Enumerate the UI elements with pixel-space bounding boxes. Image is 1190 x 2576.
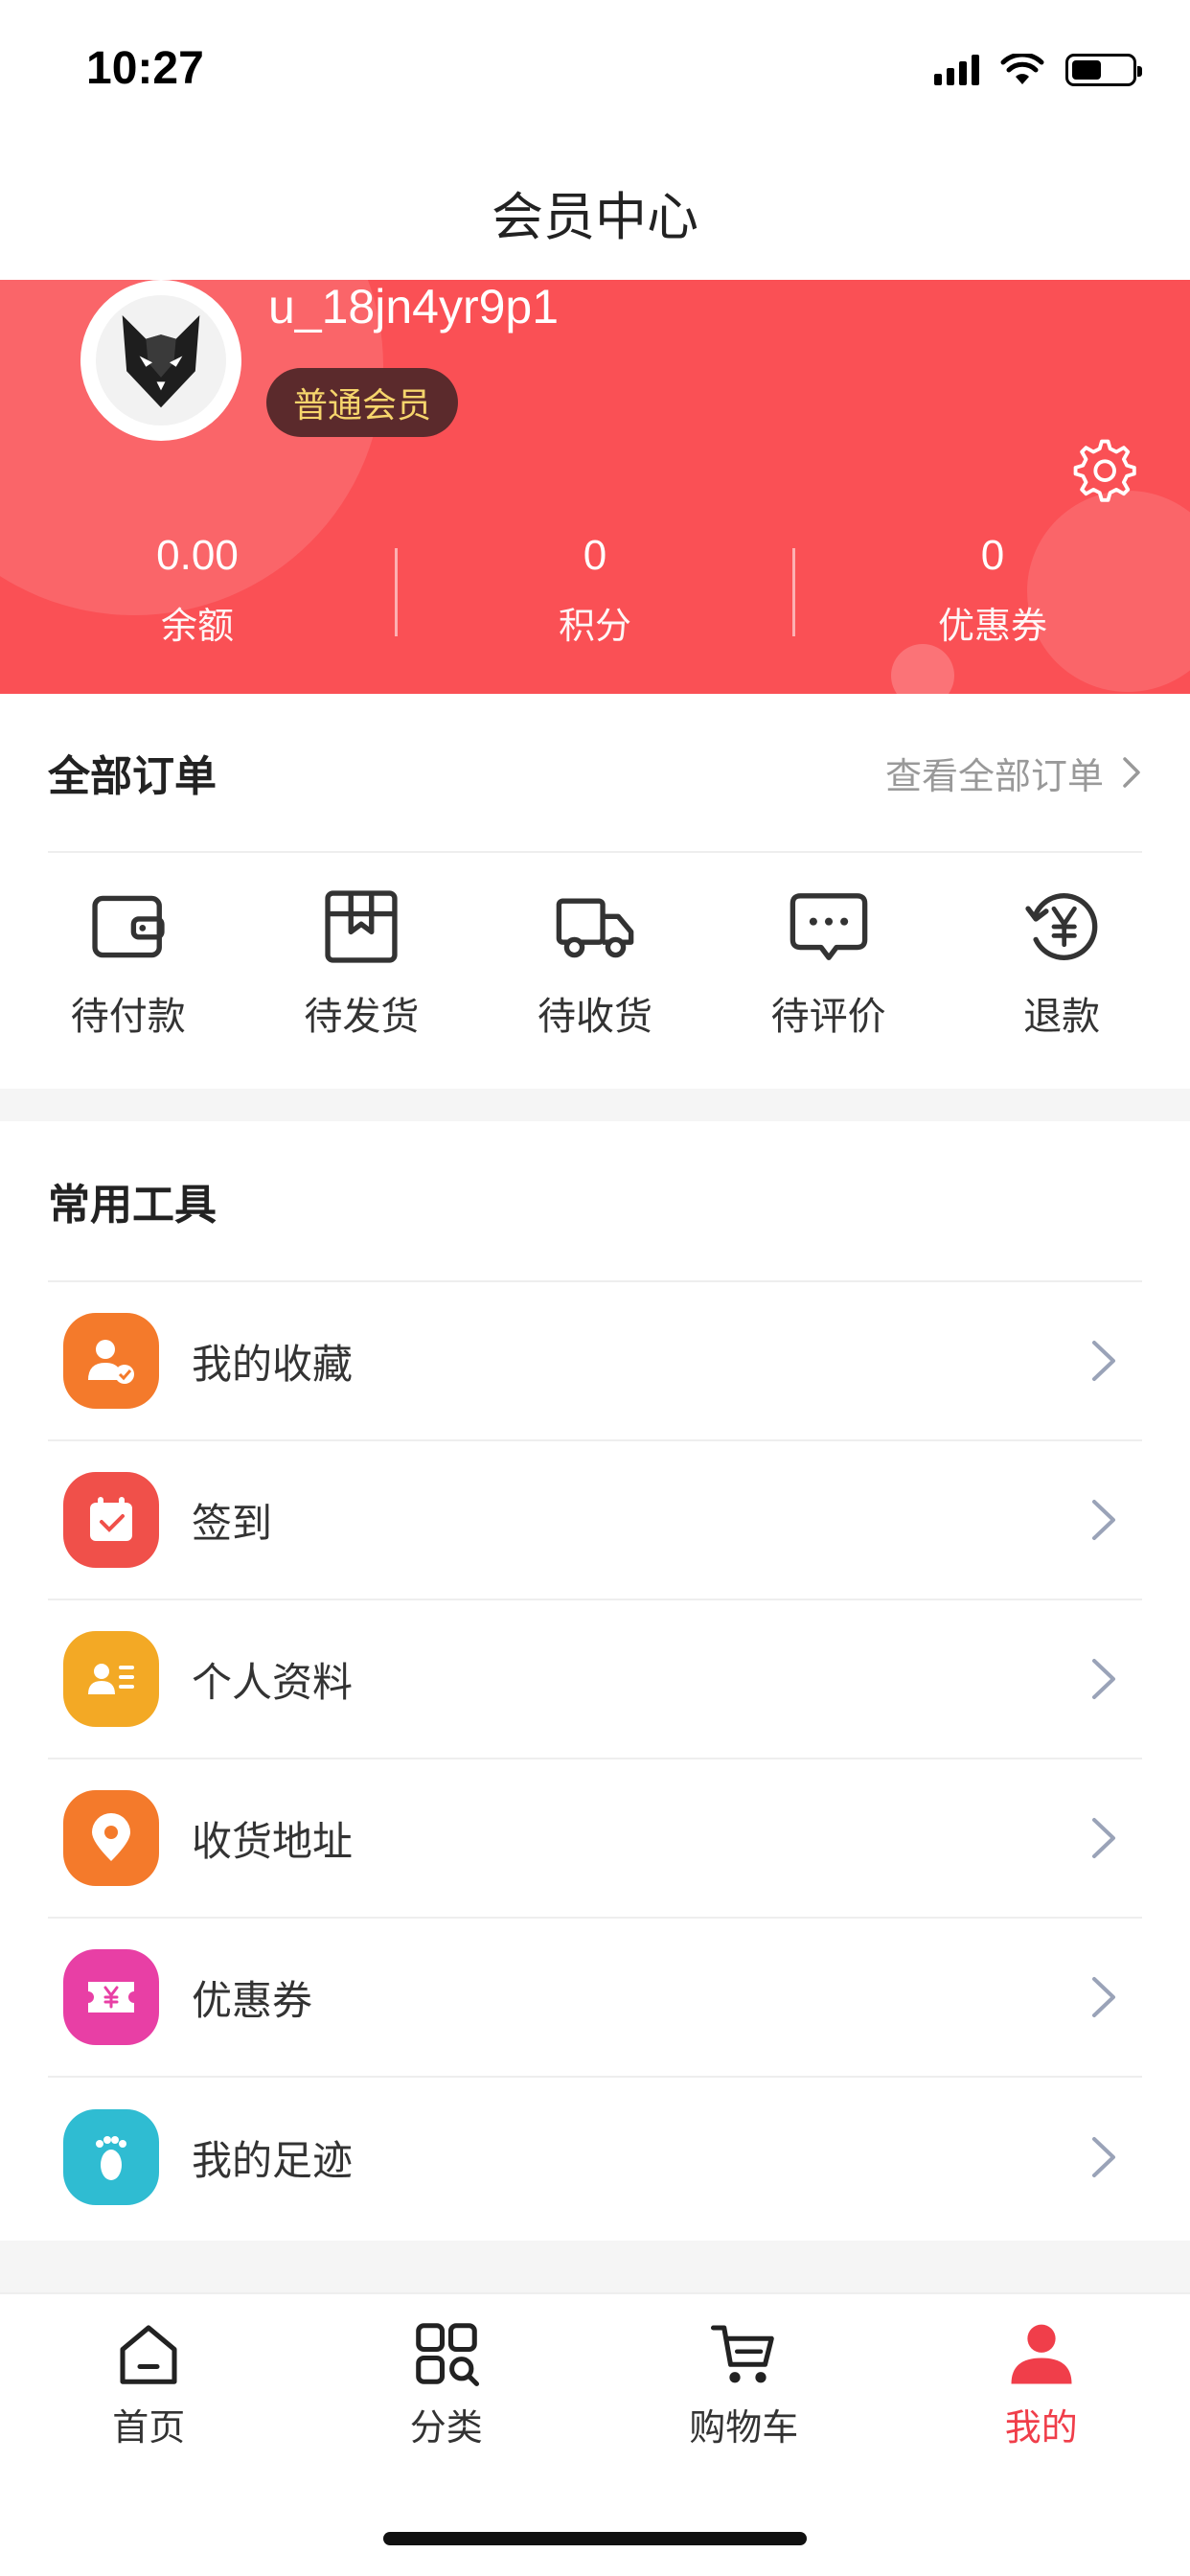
tool-label: 收货地址 — [192, 1817, 354, 1865]
view-all-label: 查看全部订单 — [884, 754, 1104, 797]
stat-value: 0 — [583, 532, 607, 579]
stat-label: 余额 — [160, 605, 234, 647]
settings-gear-icon[interactable] — [1069, 435, 1136, 502]
profile-card-icon — [63, 1631, 159, 1727]
cart-icon — [711, 2325, 775, 2383]
page-title: 会员中心 — [492, 186, 698, 247]
package-icon — [325, 890, 399, 963]
tab-label: 购物车 — [689, 2406, 799, 2449]
tab-cart[interactable]: 购物车 — [595, 2294, 893, 2467]
status-time: 10:27 — [86, 43, 204, 94]
chevron-right-icon — [1092, 1818, 1115, 1858]
tool-address[interactable]: 收货地址 — [48, 1760, 1142, 1919]
member-level-badge: 普通会员 — [266, 368, 459, 437]
tools-card: 常用工具 我的收藏 签到 个人资料 收货地址 优惠券 我的足迹 — [0, 1121, 1190, 2241]
view-all-orders-link[interactable]: 查看全部订单 — [885, 747, 1142, 799]
order-status-row: 待付款 待发货 待收货 待评价 退款 — [0, 886, 1190, 1041]
stat-value: 0.00 — [156, 532, 239, 579]
tab-home[interactable]: 首页 — [0, 2294, 298, 2467]
tool-checkin[interactable]: 签到 — [48, 1441, 1142, 1600]
stat-coupons[interactable]: 0 优惠券 — [795, 529, 1190, 673]
category-icon — [415, 2323, 479, 2387]
location-icon — [63, 1790, 159, 1886]
order-label: 退款 — [1023, 995, 1101, 1039]
chevron-right-icon — [1092, 1500, 1115, 1540]
stat-balance[interactable]: 0.00 余额 — [0, 529, 395, 673]
tab-mine[interactable]: 我的 — [893, 2294, 1190, 2467]
stat-label: 积分 — [558, 605, 631, 647]
chevron-right-icon — [1092, 2137, 1115, 2177]
order-label: 待发货 — [304, 995, 420, 1039]
orders-header: 全部订单 查看全部订单 — [48, 694, 1142, 853]
tool-favorites[interactable]: 我的收藏 — [48, 1282, 1142, 1441]
tab-bar: 首页 分类 购物车 我的 — [0, 2292, 1190, 2576]
refund-icon — [1025, 893, 1098, 960]
order-label: 待付款 — [70, 995, 186, 1039]
tools-title: 常用工具 — [48, 1181, 217, 1230]
tool-profile[interactable]: 个人资料 — [48, 1600, 1142, 1760]
tab-category[interactable]: 分类 — [298, 2294, 596, 2467]
tool-list: 我的收藏 签到 个人资料 收货地址 优惠券 我的足迹 — [48, 1282, 1142, 2237]
tool-label: 签到 — [192, 1499, 273, 1547]
chevron-right-icon — [1092, 1659, 1115, 1699]
chevron-right-icon — [1092, 1977, 1115, 2017]
wolf-logo-icon — [122, 314, 200, 408]
tool-footprint[interactable]: 我的足迹 — [48, 2078, 1142, 2237]
order-pending-shipment[interactable]: 待发货 — [265, 886, 457, 1041]
stat-value: 0 — [980, 532, 1005, 579]
tool-coupons[interactable]: 优惠券 — [48, 1919, 1142, 2078]
tools-header: 常用工具 — [48, 1121, 1142, 1282]
profile-header: u_18jn4yr9p1 普通会员 0.00 余额 0 积分 0 优惠券 — [0, 280, 1190, 694]
order-pending-review[interactable]: 待评价 — [733, 886, 925, 1041]
tab-label: 我的 — [1004, 2406, 1078, 2449]
truck-icon — [556, 898, 634, 958]
tool-label: 优惠券 — [192, 1976, 313, 2024]
tab-label: 分类 — [409, 2406, 483, 2449]
user-icon — [1011, 2324, 1072, 2384]
status-bar: 10:27 — [0, 0, 1190, 144]
comment-icon — [790, 893, 867, 960]
order-pending-receipt[interactable]: 待收货 — [499, 886, 691, 1041]
signal-icon — [934, 55, 979, 85]
title-bar: 会员中心 — [0, 144, 1190, 280]
chevron-right-icon — [1092, 1341, 1115, 1381]
stat-label: 优惠券 — [937, 605, 1047, 647]
status-icons — [934, 54, 1142, 86]
tool-label: 个人资料 — [192, 1658, 354, 1706]
wifi-icon — [1000, 54, 1044, 84]
coupon-icon — [63, 1949, 159, 2045]
chevron-right-icon — [1123, 757, 1140, 788]
orders-title: 全部订单 — [48, 752, 217, 801]
order-refund[interactable]: 退款 — [966, 886, 1157, 1041]
avatar[interactable] — [80, 280, 241, 441]
stats-row: 0.00 余额 0 积分 0 优惠券 — [0, 529, 1190, 673]
home-icon — [120, 2325, 177, 2384]
stat-points[interactable]: 0 积分 — [398, 529, 792, 673]
order-label: 待评价 — [770, 995, 886, 1039]
home-indicator — [383, 2532, 807, 2545]
battery-icon — [1065, 54, 1142, 86]
footprint-icon — [63, 2109, 159, 2205]
username: u_18jn4yr9p1 — [268, 280, 560, 334]
checkin-icon — [63, 1472, 159, 1568]
order-label: 待收货 — [537, 995, 652, 1039]
tool-label: 我的足迹 — [192, 2136, 354, 2184]
tool-label: 我的收藏 — [192, 1340, 354, 1388]
orders-card: 全部订单 查看全部订单 待付款 待发货 待收货 待评价 退款 — [0, 694, 1190, 1089]
wallet-icon — [92, 895, 165, 958]
tab-label: 首页 — [112, 2406, 186, 2449]
order-pending-payment[interactable]: 待付款 — [33, 886, 224, 1041]
favorites-icon — [63, 1313, 159, 1409]
